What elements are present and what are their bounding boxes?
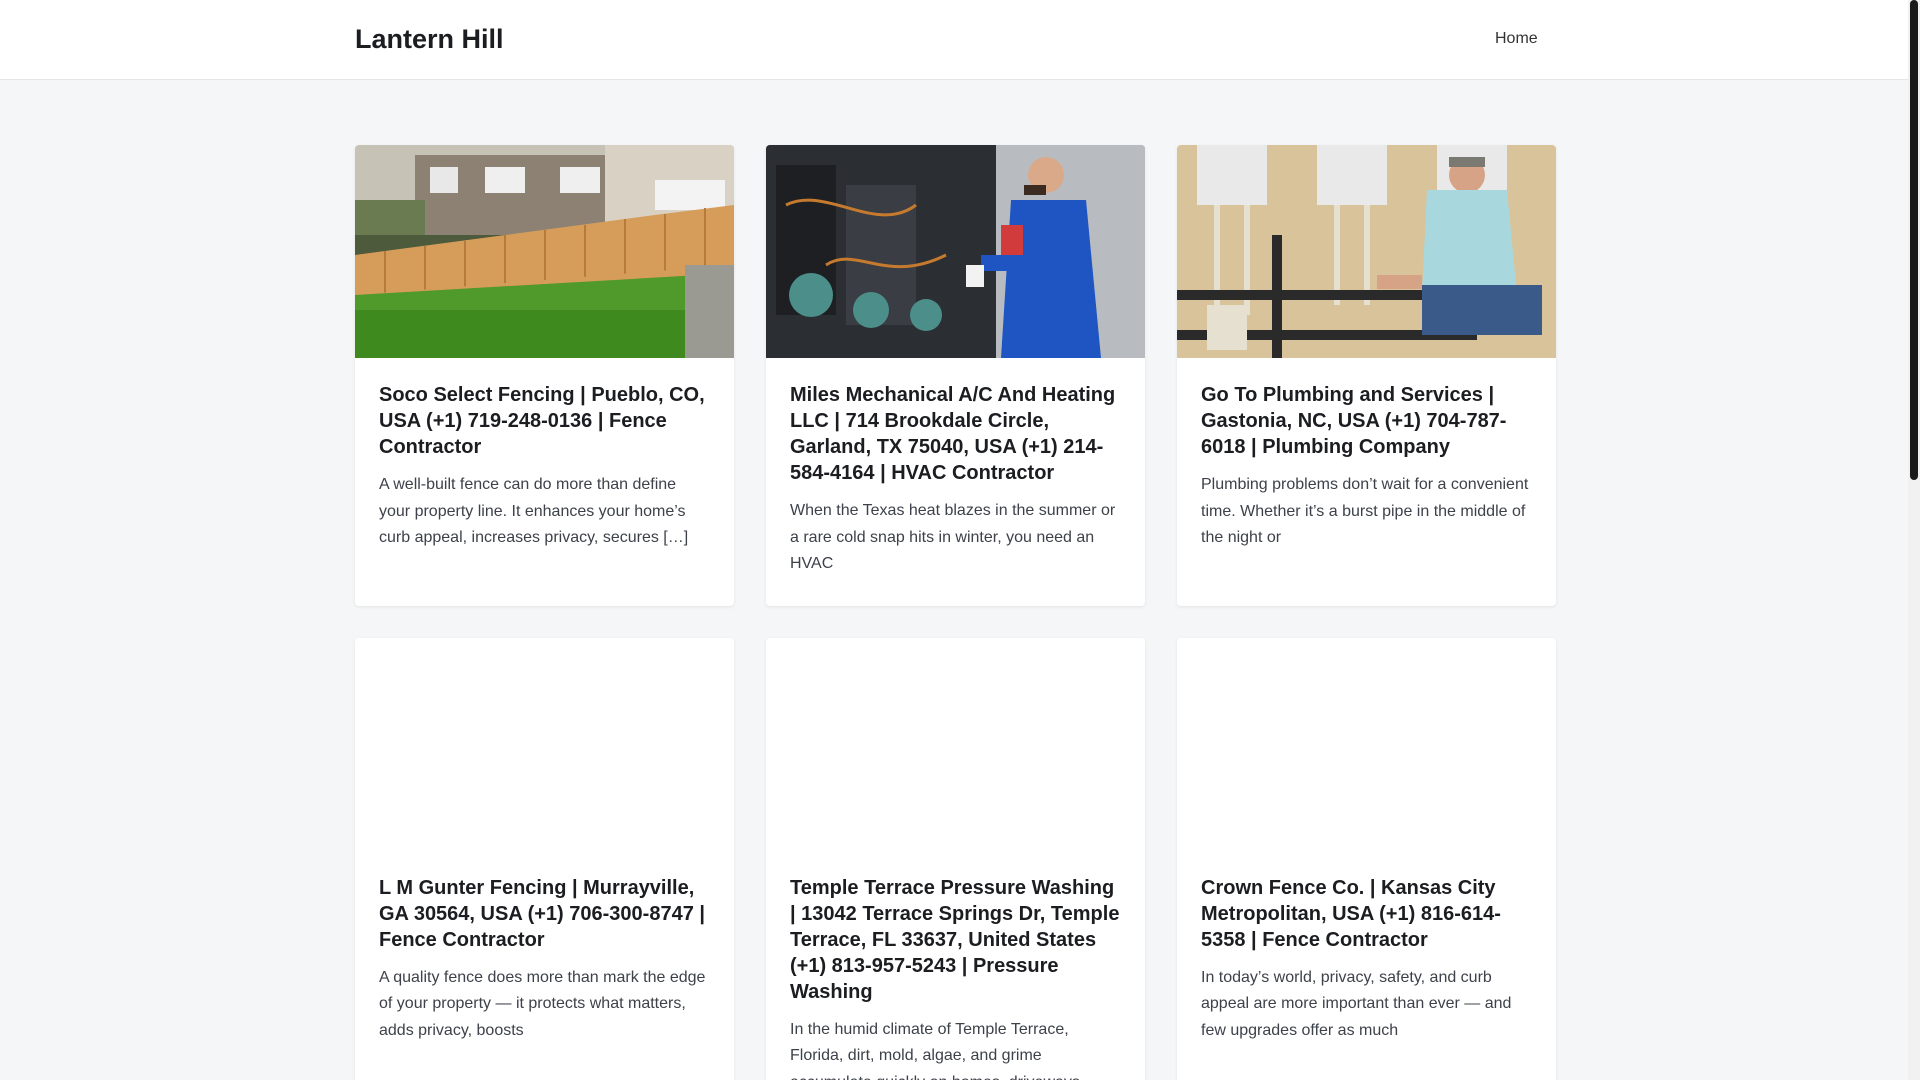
post-excerpt: A quality fence does more than mark the … xyxy=(379,968,706,1039)
post-image-hvac-technician[interactable] xyxy=(766,145,1145,358)
post-excerpt: A well-built fence can do more than defi… xyxy=(379,476,689,546)
post-title-link[interactable]: Go To Plumbing and Services | Gastonia, … xyxy=(1201,382,1532,460)
post-image-wooden-fence[interactable] xyxy=(355,145,734,358)
post-title-link[interactable]: L M Gunter Fencing | Murrayville, GA 305… xyxy=(379,875,710,953)
nav-home-link[interactable]: Home xyxy=(1495,29,1538,49)
plumber-water-heaters-photo xyxy=(1177,145,1556,358)
posts-grid: Soco Select Fencing | Pueblo, CO, USA (+… xyxy=(355,145,1556,1080)
post-card: Miles Mechanical A/C And Heating LLC | 7… xyxy=(766,145,1145,606)
post-excerpt: In today’s world, privacy, safety, and c… xyxy=(1201,968,1512,1039)
post-image-placeholder[interactable] xyxy=(1177,637,1556,851)
post-image-placeholder[interactable] xyxy=(766,637,1145,851)
post-card: Go To Plumbing and Services | Gastonia, … xyxy=(1177,145,1556,606)
site-title-link[interactable]: Lantern Hill xyxy=(355,22,504,56)
hvac-technician-photo xyxy=(766,145,1145,358)
post-card: L M Gunter Fencing | Murrayville, GA 305… xyxy=(355,637,734,1080)
scrollbar-thumb[interactable] xyxy=(1910,0,1918,480)
post-title-link[interactable]: Soco Select Fencing | Pueblo, CO, USA (+… xyxy=(379,382,710,460)
post-title-link[interactable]: Miles Mechanical A/C And Heating LLC | 7… xyxy=(790,382,1121,486)
wooden-fence-photo xyxy=(355,145,734,358)
post-image-placeholder[interactable] xyxy=(355,637,734,851)
page-scrollbar[interactable] xyxy=(1908,0,1920,1080)
post-card: Soco Select Fencing | Pueblo, CO, USA (+… xyxy=(355,145,734,606)
post-excerpt: In the humid climate of Temple Terrace, … xyxy=(790,1020,1084,1080)
post-excerpt: Plumbing problems don’t wait for a conve… xyxy=(1201,476,1529,546)
post-card: Crown Fence Co. | Kansas City Metropolit… xyxy=(1177,637,1556,1080)
site-header: Lantern Hill Home xyxy=(0,0,1908,80)
post-title-link[interactable]: Temple Terrace Pressure Washing | 13042 … xyxy=(790,875,1121,1005)
post-card: Temple Terrace Pressure Washing | 13042 … xyxy=(766,637,1145,1080)
post-excerpt: When the Texas heat blazes in the summer… xyxy=(790,502,1116,572)
post-title-link[interactable]: Crown Fence Co. | Kansas City Metropolit… xyxy=(1201,875,1532,953)
post-image-plumber[interactable] xyxy=(1177,145,1556,358)
